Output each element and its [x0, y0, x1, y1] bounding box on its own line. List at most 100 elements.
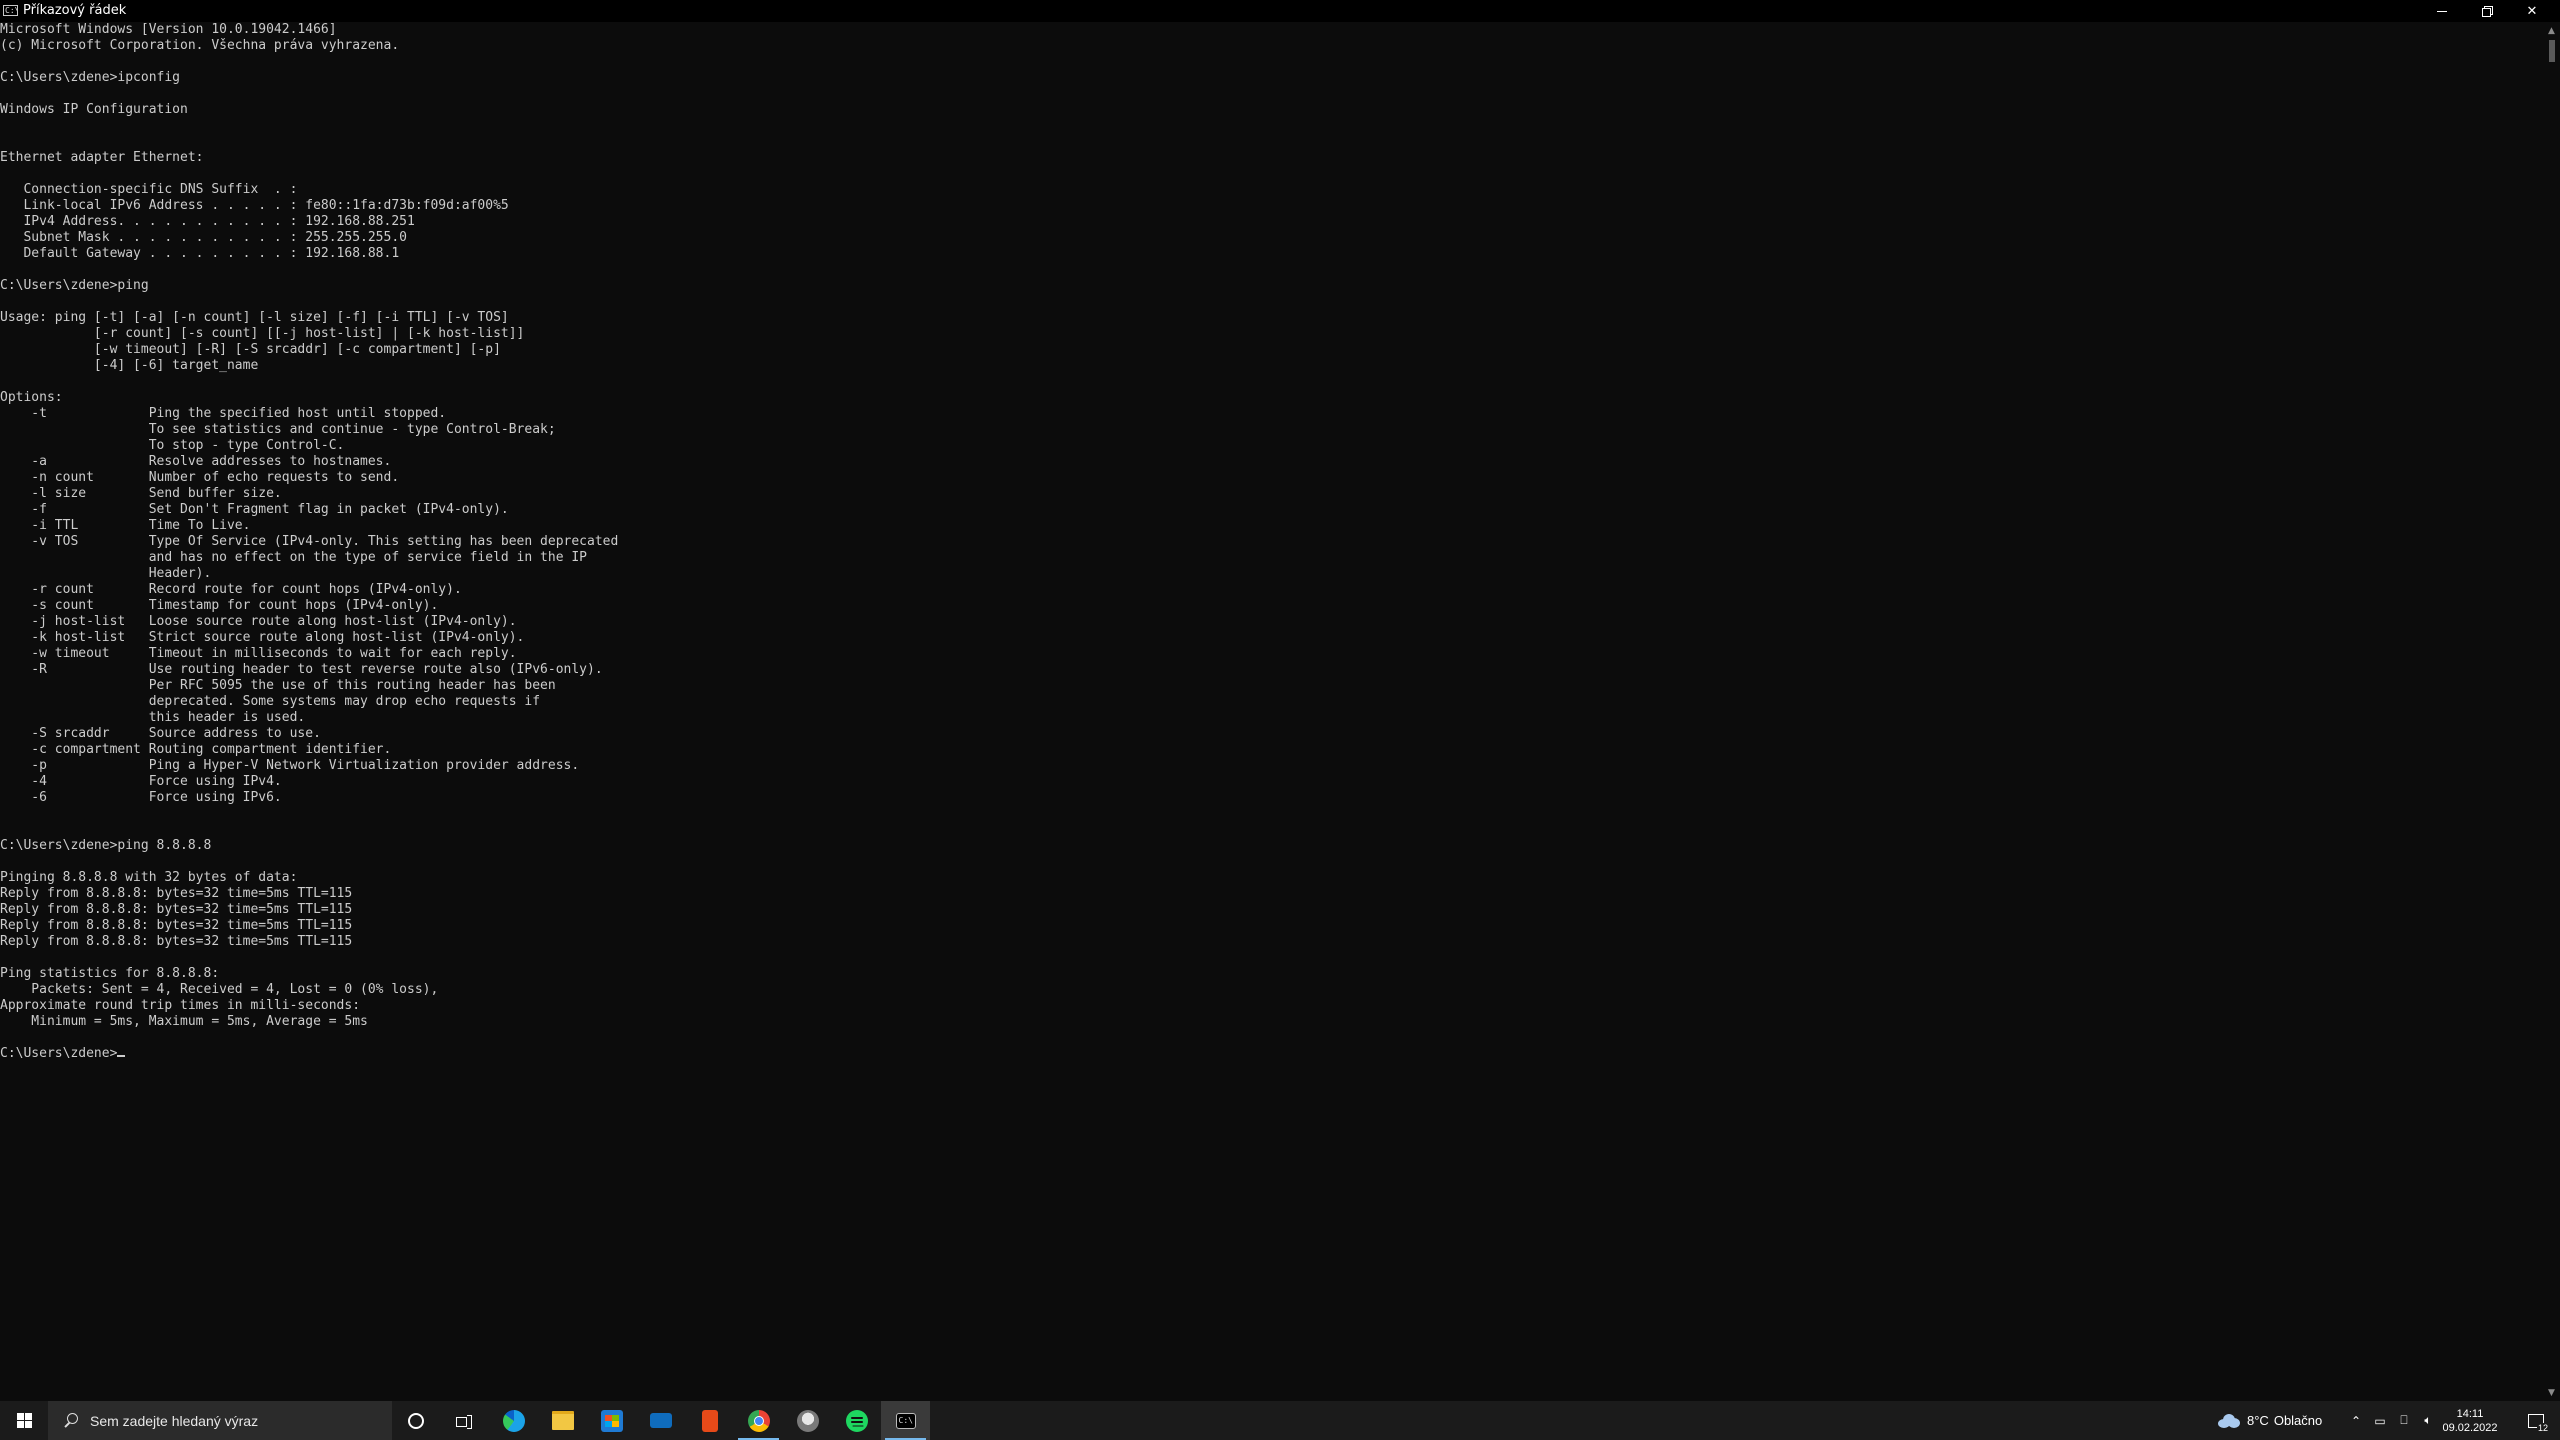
mail-icon — [649, 1413, 672, 1428]
search-placeholder: Sem zadejte hledaný výraz — [90, 1412, 259, 1429]
microsoft-store-icon — [600, 1409, 623, 1432]
linux-icon — [796, 1409, 819, 1432]
notification-icon: 12 — [2528, 1413, 2549, 1433]
taskbar-app-spotify[interactable] — [832, 1401, 881, 1440]
console-line: Subnet Mask . . . . . . . . . . . : 255.… — [0, 230, 407, 245]
console-line: Approximate round trip times in milli-se… — [0, 998, 361, 1013]
console-line: deprecated. Some systems may drop echo r… — [0, 694, 541, 709]
console-line: Ethernet adapter Ethernet: — [0, 150, 204, 165]
task-view-button[interactable] — [440, 1401, 488, 1440]
title-bar[interactable]: C:\ Příkazový řádek ✕ — [0, 0, 2560, 22]
taskbar-app-microsoft-store[interactable] — [587, 1401, 636, 1440]
windows-logo-icon — [16, 1413, 32, 1428]
console-line: Pinging 8.8.8.8 with 32 bytes of data: — [0, 870, 298, 885]
console-line: Minimum = 5ms, Maximum = 5ms, Average = … — [0, 1014, 368, 1029]
weather-widget[interactable]: 8°C Oblačno — [2218, 1401, 2322, 1440]
console-line: Windows IP Configuration — [0, 102, 188, 117]
console-line: Reply from 8.8.8.8: bytes=32 time=5ms TT… — [0, 886, 353, 901]
restore-icon — [2482, 6, 2493, 17]
scrollbar-thumb[interactable] — [2549, 40, 2555, 62]
close-icon: ✕ — [2526, 3, 2538, 19]
weather-temperature: 8°C — [2247, 1413, 2269, 1428]
console-line: -s count Timestamp for count hops (IPv4-… — [0, 598, 439, 613]
taskbar-app-chrome[interactable] — [734, 1401, 783, 1440]
console-line: Connection-specific DNS Suffix . : — [0, 182, 298, 197]
taskbar-app-command-prompt[interactable]: C:\ — [881, 1401, 930, 1440]
search-icon — [62, 1412, 80, 1430]
console-line: Reply from 8.8.8.8: bytes=32 time=5ms TT… — [0, 934, 353, 949]
clock-time: 14:11 — [2456, 1407, 2484, 1420]
vertical-scrollbar[interactable]: ▲ ▼ — [2543, 22, 2560, 1401]
ethernet-icon[interactable]: ⎕ — [2393, 1401, 2415, 1440]
taskbar-app-file-explorer[interactable] — [538, 1401, 587, 1440]
console-line: -f Set Don't Fragment flag in packet (IP… — [0, 502, 509, 517]
console-line: -S srcaddr Source address to use. — [0, 726, 321, 741]
console-line: C:\Users\zdene>ping 8.8.8.8 — [0, 838, 212, 853]
command-prompt-icon[interactable]: C:\ — [3, 5, 18, 16]
console-line: this header is used. — [0, 710, 306, 725]
taskbar-app-office[interactable] — [685, 1401, 734, 1440]
console-line: [-4] [-6] target_name — [0, 358, 259, 373]
notification-count: 12 — [2536, 1422, 2549, 1433]
console-line: -n count Number of echo requests to send… — [0, 470, 400, 485]
taskbar: Sem zadejte hledaný výraz C:\ 8°C Oblačn… — [0, 1401, 2560, 1440]
console-line: -v TOS Type Of Service (IPv4-only. This … — [0, 534, 619, 549]
task-view-icon — [456, 1414, 472, 1429]
scroll-up-arrow-icon[interactable]: ▲ — [2543, 22, 2560, 39]
network-icon[interactable]: ▭ — [2369, 1401, 2391, 1440]
clock-date: 09.02.2022 — [2442, 1421, 2498, 1434]
console-line: [-w timeout] [-R] [-S srcaddr] [-c compa… — [0, 342, 501, 357]
file-explorer-icon — [551, 1411, 574, 1430]
cloud-icon — [2218, 1413, 2240, 1428]
console-line: -r count Record route for count hops (IP… — [0, 582, 462, 597]
console-line: -p Ping a Hyper-V Network Virtualization… — [0, 758, 580, 773]
console-line: -j host-list Loose source route along ho… — [0, 614, 517, 629]
console-line: Header). — [0, 566, 212, 581]
restore-button[interactable] — [2465, 0, 2509, 22]
console-line: To see statistics and continue - type Co… — [0, 422, 556, 437]
console-line: -i TTL Time To Live. — [0, 518, 251, 533]
console-output[interactable]: Microsoft Windows [Version 10.0.19042.14… — [0, 22, 2540, 1400]
notification-center-button[interactable]: 12 — [2516, 1401, 2556, 1440]
taskbar-app-edge[interactable] — [489, 1401, 538, 1440]
weather-condition: Oblačno — [2273, 1413, 2323, 1428]
minimize-icon — [2437, 10, 2447, 12]
console-line: Reply from 8.8.8.8: bytes=32 time=5ms TT… — [0, 902, 353, 917]
console-line: Usage: ping [-t] [-a] [-n count] [-l siz… — [0, 310, 509, 325]
window-title: Příkazový řádek — [23, 3, 127, 18]
chrome-icon — [747, 1409, 770, 1432]
console-line: -l size Send buffer size. — [0, 486, 282, 501]
console-line: Ping statistics for 8.8.8.8: — [0, 966, 220, 981]
console-line: -R Use routing header to test reverse ro… — [0, 662, 603, 677]
start-button[interactable] — [0, 1401, 48, 1440]
cortana-icon — [408, 1412, 424, 1429]
console-line: and has no effect on the type of service… — [0, 550, 587, 565]
console-text[interactable]: Microsoft Windows [Version 10.0.19042.14… — [0, 22, 2540, 1062]
console-line: -4 Force using IPv4. — [0, 774, 282, 789]
cortana-button[interactable] — [392, 1401, 440, 1440]
console-line: Reply from 8.8.8.8: bytes=32 time=5ms TT… — [0, 918, 353, 933]
text-cursor — [117, 1055, 126, 1057]
show-hidden-icons-chevron-icon[interactable]: ⌃ — [2345, 1401, 2367, 1440]
taskbar-app-mail[interactable] — [636, 1401, 685, 1440]
scroll-down-arrow-icon[interactable]: ▼ — [2543, 1384, 2560, 1401]
minimize-button[interactable] — [2420, 0, 2464, 22]
taskbar-search-box[interactable]: Sem zadejte hledaný výraz — [48, 1401, 392, 1440]
command-prompt-icon: C:\ — [895, 1412, 916, 1429]
console-line: [-r count] [-s count] [[-j host-list] | … — [0, 326, 525, 341]
close-button[interactable]: ✕ — [2510, 0, 2554, 22]
office-icon — [701, 1409, 718, 1432]
console-line: -c compartment Routing compartment ident… — [0, 742, 392, 757]
console-line: IPv4 Address. . . . . . . . . . . : 192.… — [0, 214, 415, 229]
console-line: -t Ping the specified host until stopped… — [0, 406, 447, 421]
console-line: To stop - type Control-C. — [0, 438, 345, 453]
volume-icon[interactable]: 🔈︎ — [2417, 1401, 2439, 1440]
console-line: C:\Users\zdene>ping — [0, 278, 149, 293]
console-lines: Microsoft Windows [Version 10.0.19042.14… — [0, 22, 618, 1029]
console-line: C:\Users\zdene>ipconfig — [0, 70, 181, 85]
clock[interactable]: 14:11 09.02.2022 — [2440, 1401, 2500, 1440]
console-line: -6 Force using IPv6. — [0, 790, 282, 805]
console-line: -k host-list Strict source route along h… — [0, 630, 525, 645]
console-line: -a Resolve addresses to hostnames. — [0, 454, 392, 469]
taskbar-app-linux[interactable] — [783, 1401, 832, 1440]
